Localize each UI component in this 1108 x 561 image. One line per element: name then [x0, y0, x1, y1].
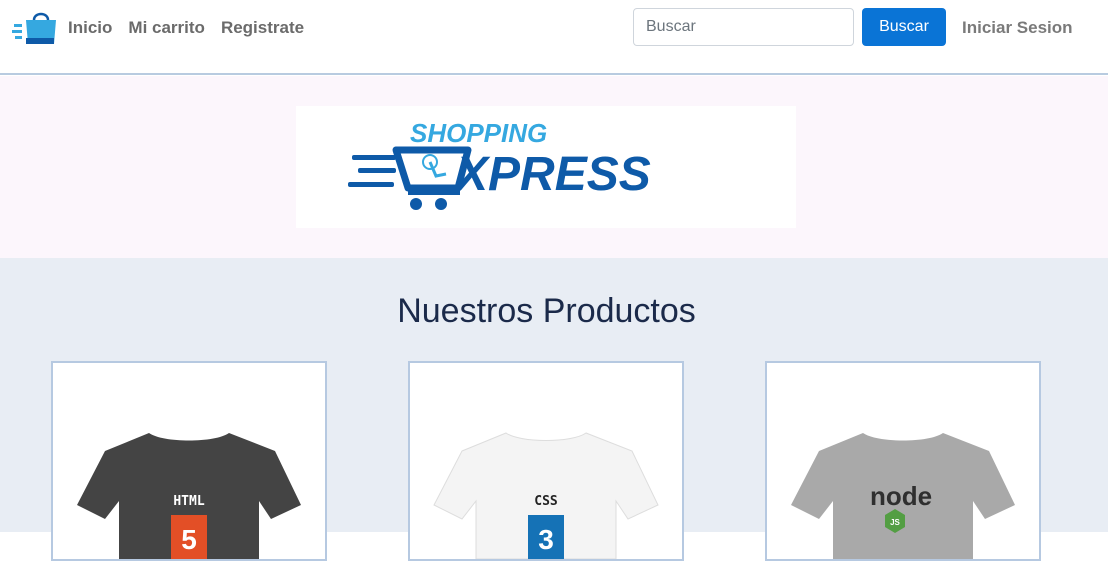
nav-links: Inicio Mi carrito Registrate	[68, 18, 304, 38]
svg-text:JS: JS	[890, 518, 900, 527]
nav-link-registrate[interactable]: Registrate	[221, 18, 304, 38]
hero-banner: SHOPPING XPRESS	[0, 76, 1108, 258]
svg-text:XPRESS: XPRESS	[453, 148, 651, 201]
tshirt-image: CSS 3	[433, 432, 659, 559]
product-card-node[interactable]: node JS	[765, 361, 1041, 561]
svg-text:5: 5	[181, 524, 197, 555]
section-title: Nuestros Productos	[397, 292, 696, 330]
nav-link-mi-carrito[interactable]: Mi carrito	[128, 18, 205, 38]
nav-link-inicio[interactable]: Inicio	[68, 18, 112, 38]
svg-text:CSS: CSS	[534, 494, 558, 509]
search-input[interactable]	[633, 8, 854, 46]
svg-text:node: node	[870, 481, 932, 511]
product-card-css[interactable]: CSS 3	[408, 361, 684, 561]
tshirt-image: HTML 5	[77, 433, 301, 559]
products-section: Nuestros Productos HTML 5 CSS 3 node JS	[0, 258, 1108, 561]
shopping-bag-icon[interactable]	[12, 10, 60, 46]
shopping-xpress-logo: SHOPPING XPRESS	[296, 106, 796, 228]
login-link[interactable]: Iniciar Sesion	[962, 18, 1073, 38]
svg-text:SHOPPING: SHOPPING	[410, 118, 547, 148]
svg-text:HTML: HTML	[173, 494, 204, 509]
tshirt-image: node JS	[791, 433, 1015, 559]
svg-text:3: 3	[538, 524, 554, 555]
search-button[interactable]: Buscar	[862, 8, 946, 46]
navbar: Inicio Mi carrito Registrate Buscar Inic…	[0, 0, 1108, 75]
product-card-html[interactable]: HTML 5	[51, 361, 327, 561]
